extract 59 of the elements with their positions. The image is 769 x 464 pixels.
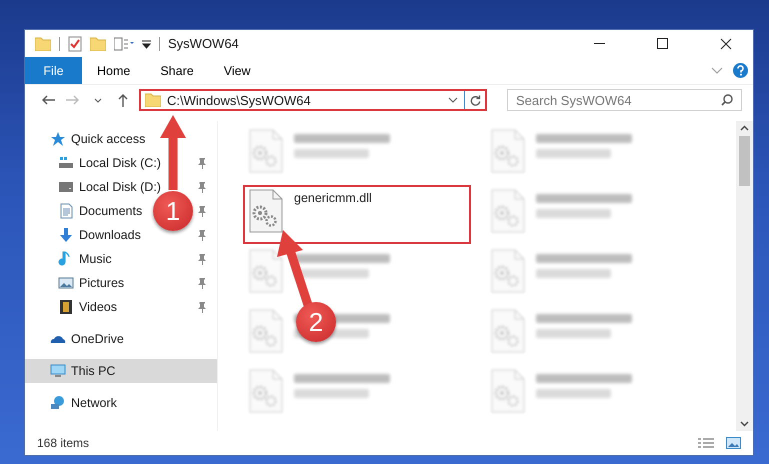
refresh-icon[interactable] — [470, 94, 480, 106]
nav-item[interactable]: Local Disk (D:) — [79, 180, 161, 194]
nav-item[interactable]: Network — [71, 396, 117, 410]
ribbon-tab[interactable]: Share — [145, 57, 209, 84]
dropdown-icon[interactable] — [142, 38, 151, 48]
pin-icon[interactable] — [197, 182, 207, 192]
down-arrow-icon — [58, 227, 74, 243]
large-icons-view-icon[interactable] — [726, 437, 741, 449]
star-icon — [50, 131, 66, 147]
close-icon[interactable] — [720, 38, 732, 50]
file-menu-button[interactable]: File — [25, 57, 82, 84]
nav-item[interactable]: Music — [79, 252, 112, 266]
pin-icon[interactable] — [197, 158, 207, 168]
scrollbar-thumb[interactable] — [739, 136, 750, 186]
window-title: SysWOW64 — [168, 36, 240, 51]
pin-icon[interactable] — [197, 278, 207, 288]
properties-icon[interactable] — [68, 36, 82, 52]
monitor-icon — [50, 363, 66, 379]
file-name[interactable]: genericmm.dll — [294, 191, 372, 205]
picture-icon — [58, 275, 74, 291]
folder-icon — [145, 93, 161, 107]
film-icon — [58, 299, 74, 315]
address-bar[interactable]: C:\Windows\SysWOW64 — [139, 89, 487, 111]
minimize-icon[interactable] — [594, 42, 605, 44]
folder-icon — [35, 36, 51, 50]
help-icon[interactable] — [733, 63, 748, 78]
details-view-icon[interactable] — [698, 437, 714, 449]
pin-icon[interactable] — [197, 206, 207, 216]
nav-item[interactable]: Documents — [79, 204, 142, 218]
nav-item[interactable]: This PC — [25, 359, 217, 383]
expand-ribbon-icon[interactable] — [711, 67, 723, 74]
search-field[interactable]: Search SysWOW64 — [507, 89, 742, 111]
pin-icon[interactable] — [197, 230, 207, 240]
document-icon — [58, 203, 74, 219]
back-arrow-icon[interactable] — [40, 95, 54, 105]
nav-item[interactable]: Quick access — [71, 132, 146, 146]
nav-item[interactable]: Downloads — [79, 228, 141, 242]
maximize-icon[interactable] — [657, 38, 668, 49]
scroll-down-icon[interactable] — [740, 421, 749, 427]
item-count: 168 items — [37, 436, 90, 450]
search-placeholder: Search SysWOW64 — [516, 92, 633, 108]
nav-item[interactable]: Local Disk (C:) — [79, 156, 161, 170]
ribbon-tab[interactable]: View — [208, 57, 266, 84]
address-path: C:\Windows\SysWOW64 — [167, 92, 312, 108]
drive-icon — [58, 155, 74, 171]
pin-icon[interactable] — [197, 302, 207, 312]
ribbon-tab[interactable]: Home — [82, 57, 146, 84]
nav-item[interactable]: Videos — [79, 300, 117, 314]
pin-icon[interactable] — [197, 254, 207, 264]
network-icon — [50, 395, 66, 411]
nav-item[interactable]: OneDrive — [71, 332, 124, 346]
up-arrow-icon[interactable] — [118, 93, 128, 107]
search-icon — [721, 94, 733, 106]
view-icon[interactable] — [114, 36, 134, 50]
scroll-up-icon[interactable] — [740, 125, 749, 131]
drive-icon — [58, 179, 74, 195]
nav-item[interactable]: Pictures — [79, 276, 124, 290]
chevron-down-icon[interactable] — [448, 97, 458, 103]
chevron-down-icon[interactable] — [94, 98, 102, 102]
